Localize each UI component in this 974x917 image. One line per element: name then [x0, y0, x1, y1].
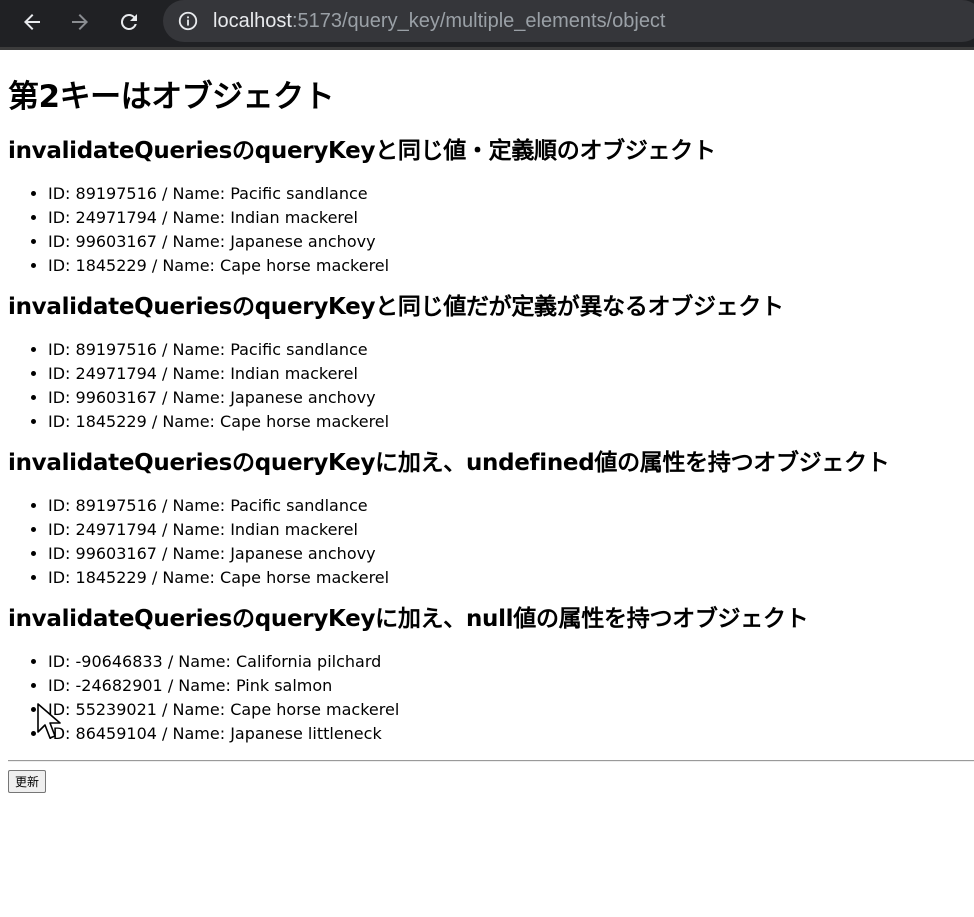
- list-item: ID: 99603167 / Name: Japanese anchovy: [48, 386, 974, 410]
- item-list: ID: 89197516 / Name: Pacific sandlance I…: [8, 338, 974, 434]
- section-heading: invalidateQueriesのqueryKeyに加え、undefined値…: [8, 450, 890, 476]
- url-path: :5173/query_key/multiple_elements/object: [291, 10, 666, 32]
- divider: [8, 760, 974, 762]
- list-item: ID: 1845229 / Name: Cape horse mackerel: [48, 410, 974, 434]
- item-list: ID: 89197516 / Name: Pacific sandlance I…: [8, 182, 974, 278]
- address-bar[interactable]: localhost:5173/query_key/multiple_elemen…: [163, 0, 974, 42]
- section-heading: invalidateQueriesのqueryKeyと同じ値だが定義が異なるオブ…: [8, 294, 784, 320]
- list-item: ID: 99603167 / Name: Japanese anchovy: [48, 230, 974, 254]
- reload-icon: [120, 13, 137, 30]
- section-same-values-different-order: invalidateQueriesのqueryKeyと同じ値だが定義が異なるオブ…: [8, 292, 974, 434]
- forward-button[interactable]: [64, 6, 96, 38]
- list-item: ID: -90646833 / Name: California pilchar…: [48, 650, 974, 674]
- arrow-left-icon: [24, 14, 40, 30]
- section-undefined-attribute: invalidateQueriesのqueryKeyに加え、undefined値…: [8, 448, 974, 590]
- section-heading: invalidateQueriesのqueryKeyに加え、null値の属性を持…: [8, 606, 809, 632]
- refresh-button[interactable]: 更新: [8, 770, 47, 793]
- list-item: ID: 89197516 / Name: Pacific sandlance: [48, 182, 974, 206]
- section-same-values-same-order: invalidateQueriesのqueryKeyと同じ値・定義順のオブジェク…: [8, 136, 974, 278]
- page-title: 第2キーはオブジェクト: [8, 79, 335, 115]
- list-item: ID: 24971794 / Name: Indian mackerel: [48, 206, 974, 230]
- url-host: localhost: [213, 10, 292, 32]
- item-list: ID: -90646833 / Name: California pilchar…: [8, 650, 974, 746]
- list-item: ID: 99603167 / Name: Japanese anchovy: [48, 542, 974, 566]
- list-item: ID: 24971794 / Name: Indian mackerel: [48, 362, 974, 386]
- list-item: ID: 24971794 / Name: Indian mackerel: [48, 518, 974, 542]
- browser-toolbar: localhost:5173/query_key/multiple_elemen…: [0, 0, 974, 50]
- list-item: ID: 89197516 / Name: Pacific sandlance: [48, 338, 974, 362]
- arrow-right-icon: [72, 14, 88, 30]
- list-item: ID: 1845229 / Name: Cape horse mackerel: [48, 566, 974, 590]
- list-item: ID: 55239021 / Name: Cape horse mackerel: [48, 698, 974, 722]
- item-list: ID: 89197516 / Name: Pacific sandlance I…: [8, 494, 974, 590]
- section-null-attribute: invalidateQueriesのqueryKeyに加え、null値の属性を持…: [8, 604, 974, 746]
- page-content: 第2キーはオブジェクト invalidateQueriesのqueryKeyと同…: [8, 53, 974, 793]
- url-text[interactable]: localhost:5173/query_key/multiple_elemen…: [213, 9, 666, 33]
- section-heading: invalidateQueriesのqueryKeyと同じ値・定義順のオブジェク…: [8, 138, 716, 164]
- info-icon[interactable]: [177, 10, 199, 32]
- back-button[interactable]: [16, 6, 48, 38]
- mouse-cursor-icon: [37, 703, 61, 739]
- list-item: ID: -24682901 / Name: Pink salmon: [48, 674, 974, 698]
- list-item: ID: 89197516 / Name: Pacific sandlance: [48, 494, 974, 518]
- reload-button[interactable]: [113, 6, 145, 38]
- list-item: ID: 1845229 / Name: Cape horse mackerel: [48, 254, 974, 278]
- list-item: ID: 86459104 / Name: Japanese littleneck: [48, 722, 974, 746]
